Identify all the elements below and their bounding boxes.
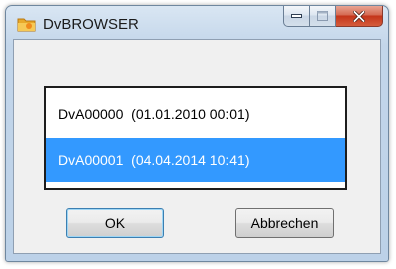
- list-item-label: DvA00001 (04.04.2014 10:41): [58, 152, 250, 168]
- dialog-client-area: DvA00000 (01.01.2010 00:01) DvA00001 (04…: [13, 39, 381, 254]
- close-icon: [353, 10, 365, 22]
- list-item-selected[interactable]: DvA00001 (04.04.2014 10:41): [46, 138, 345, 182]
- minimize-button[interactable]: [283, 6, 310, 27]
- window-title: DvBROWSER: [43, 16, 139, 33]
- entry-listbox[interactable]: DvA00000 (01.01.2010 00:01) DvA00001 (04…: [44, 86, 347, 190]
- list-item[interactable]: DvA00000 (01.01.2010 00:01): [46, 92, 345, 136]
- title-bar[interactable]: DvBROWSER: [6, 6, 388, 40]
- folder-icon: [17, 18, 36, 32]
- cancel-button[interactable]: Abbrechen: [235, 208, 334, 238]
- maximize-button[interactable]: [310, 6, 336, 27]
- minimize-icon: [291, 14, 302, 18]
- maximize-icon: [317, 11, 328, 21]
- close-button[interactable]: [336, 6, 383, 27]
- dialog-window: DvBROWSER DvA00000 (01.01.2010 00:01) Dv…: [5, 5, 389, 262]
- ok-button[interactable]: OK: [66, 208, 164, 238]
- caption-buttons: [283, 6, 383, 28]
- list-item-label: DvA00000 (01.01.2010 00:01): [58, 106, 250, 122]
